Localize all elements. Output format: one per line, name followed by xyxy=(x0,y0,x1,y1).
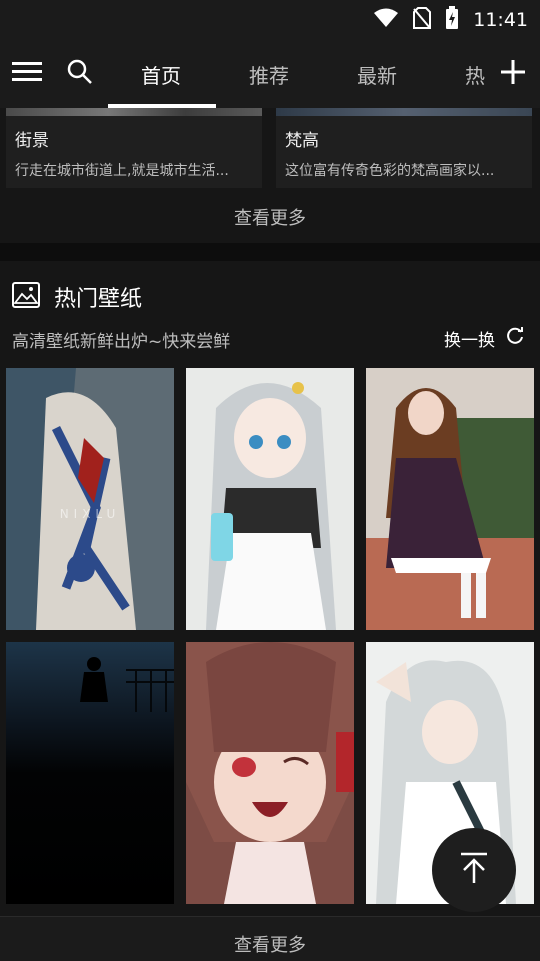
category-card-van-gogh[interactable]: 梵高 这位富有传奇色彩的梵高画家以... xyxy=(276,108,532,188)
wallpaper-anime-brown-hair-girl[interactable] xyxy=(186,642,354,904)
card-thumbnail xyxy=(276,108,532,116)
status-bar: 11:41 xyxy=(0,0,540,36)
card-description: 这位富有传奇色彩的梵高画家以... xyxy=(285,163,495,179)
section-subtitle: 高清壁纸新鲜出炉~快来尝鲜 xyxy=(12,332,231,352)
top-navigation: 首页 推荐 最新 热 xyxy=(0,36,540,108)
plus-icon[interactable] xyxy=(497,56,529,88)
back-to-top-button[interactable] xyxy=(432,828,516,912)
section-divider xyxy=(0,243,540,261)
category-card-street[interactable]: 街景 行走在城市街道上,就是城市生活... xyxy=(6,108,262,188)
tab-recommend[interactable]: 推荐 xyxy=(249,60,289,89)
see-more-button-bottom[interactable]: 查看更多 xyxy=(0,931,540,957)
tab-home[interactable]: 首页 xyxy=(141,60,181,89)
no-sim-icon xyxy=(413,7,432,33)
see-more-button[interactable]: 查看更多 xyxy=(0,204,540,230)
wifi-icon xyxy=(373,8,399,32)
image-icon xyxy=(12,282,40,308)
tab-latest[interactable]: 最新 xyxy=(357,60,397,89)
card-title: 梵高 xyxy=(285,131,319,151)
wallpaper-blue-tattoo-girl[interactable]: NIXLU xyxy=(6,368,174,630)
search-icon[interactable] xyxy=(64,56,96,88)
battery-charging-icon xyxy=(445,6,459,34)
tab-hot[interactable]: 热 xyxy=(465,60,485,89)
wallpaper-dark-silhouette[interactable] xyxy=(6,642,174,904)
wallpaper-lolita-dress-girl[interactable] xyxy=(366,368,534,630)
card-thumbnail xyxy=(6,108,262,116)
status-time: 11:41 xyxy=(473,9,528,31)
refresh-label: 换一换 xyxy=(444,331,495,351)
hamburger-menu-icon[interactable] xyxy=(11,56,43,88)
section-title: 热门壁纸 xyxy=(54,287,143,312)
card-title: 街景 xyxy=(15,131,49,151)
card-description: 行走在城市街道上,就是城市生活... xyxy=(15,163,229,179)
wallpaper-anime-silver-hair-girl[interactable] xyxy=(186,368,354,630)
refresh-button[interactable]: 换一换 xyxy=(444,326,525,351)
back-to-top-icon xyxy=(459,852,489,888)
refresh-icon xyxy=(505,326,525,351)
watermark-text: NIXLU xyxy=(60,507,121,521)
status-icons: 11:41 xyxy=(373,6,528,34)
